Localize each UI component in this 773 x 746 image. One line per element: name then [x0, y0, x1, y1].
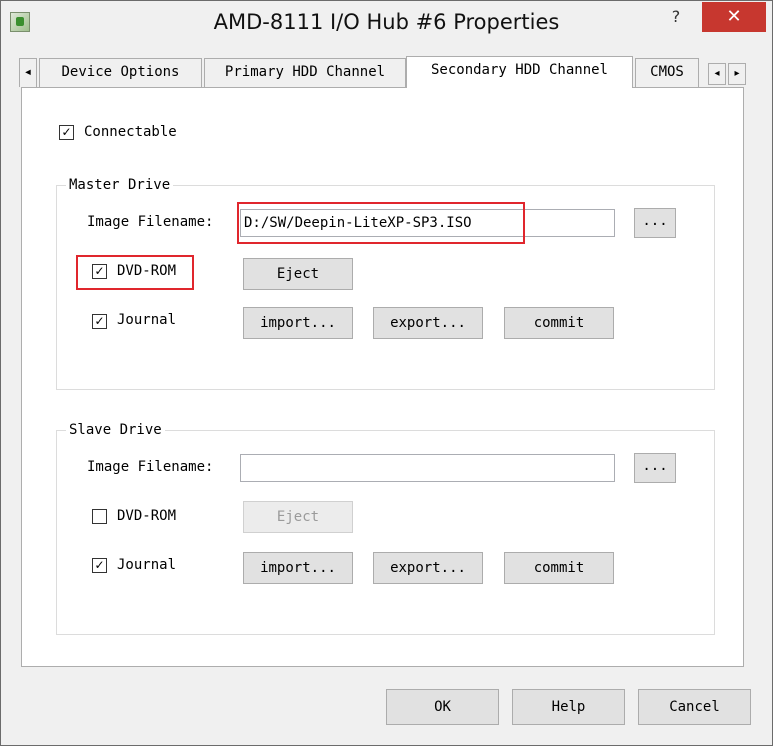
title-bar: AMD-8111 I/O Hub #6 Properties ? ✕	[1, 1, 772, 45]
slave-drive-label: Slave Drive	[66, 422, 165, 438]
slave-image-filename-input[interactable]	[240, 454, 615, 482]
help-title-button[interactable]: ?	[658, 5, 694, 31]
secondary-hdd-panel: ✓ Connectable Master Drive Image Filenam…	[21, 87, 744, 667]
slave-commit-button[interactable]: commit	[504, 552, 614, 584]
tab-secondary-hdd-channel[interactable]: Secondary HDD Channel	[406, 56, 633, 88]
tab-scroll-right-icon[interactable]: ▸	[728, 63, 746, 85]
help-button[interactable]: Help	[512, 689, 625, 725]
properties-dialog: AMD-8111 I/O Hub #6 Properties ? ✕ ◂ Dev…	[0, 0, 773, 746]
close-button[interactable]: ✕	[702, 2, 766, 32]
slave-journal-checkbox[interactable]: ✓	[92, 558, 107, 573]
ok-button[interactable]: OK	[386, 689, 499, 725]
master-export-button[interactable]: export...	[373, 307, 483, 339]
tab-cmos[interactable]: CMOS	[635, 58, 699, 87]
master-drive-label: Master Drive	[66, 177, 174, 193]
slave-eject-button: Eject	[243, 501, 353, 533]
tab-previous-hidden[interactable]: ◂	[19, 58, 37, 87]
master-journal-checkbox[interactable]: ✓	[92, 314, 107, 329]
master-filename-highlight	[237, 202, 525, 244]
slave-export-button[interactable]: export...	[373, 552, 483, 584]
connectable-label: Connectable	[84, 124, 177, 140]
tab-scroll-left-icon[interactable]: ◂	[708, 63, 726, 85]
master-journal-label: Journal	[117, 312, 177, 328]
master-import-button[interactable]: import...	[243, 307, 353, 339]
master-commit-button[interactable]: commit	[504, 307, 614, 339]
tab-device-options[interactable]: Device Options	[39, 58, 202, 87]
connectable-checkbox[interactable]: ✓	[59, 125, 74, 140]
slave-journal-label: Journal	[117, 557, 177, 573]
slave-dvdrom-checkbox[interactable]	[92, 509, 107, 524]
slave-import-button[interactable]: import...	[243, 552, 353, 584]
slave-browse-button[interactable]: ...	[634, 453, 676, 483]
master-browse-button[interactable]: ...	[634, 208, 676, 238]
master-eject-button[interactable]: Eject	[243, 258, 353, 290]
tab-primary-hdd-channel[interactable]: Primary HDD Channel	[204, 58, 406, 87]
slave-dvdrom-label: DVD-ROM	[117, 508, 177, 524]
master-dvdrom-label: DVD-ROM	[117, 263, 177, 279]
master-dvdrom-checkbox[interactable]: ✓	[92, 264, 107, 279]
slave-image-filename-label: Image Filename:	[87, 459, 214, 475]
cancel-button[interactable]: Cancel	[638, 689, 751, 725]
tab-strip: ◂ Device Options Primary HDD Channel Sec…	[19, 56, 754, 89]
master-image-filename-label: Image Filename:	[87, 214, 214, 230]
window-title: AMD-8111 I/O Hub #6 Properties	[213, 10, 560, 34]
